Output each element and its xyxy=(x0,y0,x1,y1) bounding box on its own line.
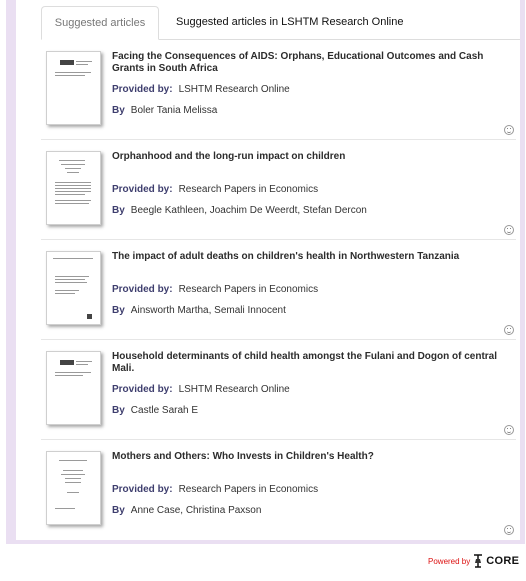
article-authors: By Anne Case, Christina Paxson xyxy=(112,505,261,516)
powered-by-core-link[interactable]: Powered by CORE xyxy=(428,551,519,571)
provider-name: LSHTM Research Online xyxy=(178,384,290,395)
provided-by-label: Provided by: xyxy=(112,484,173,495)
provider-name: Research Papers in Economics xyxy=(178,284,319,295)
article-thumbnail[interactable] xyxy=(46,251,101,325)
widget-frame: Suggested articles Suggested articles in… xyxy=(6,0,525,544)
list-item: Mothers and Others: Who Invests in Child… xyxy=(41,440,516,539)
article-provider: Provided by: LSHTM Research Online xyxy=(112,384,290,395)
powered-by-text: Powered by xyxy=(428,556,471,566)
provided-by-label: Provided by: xyxy=(112,84,173,95)
feedback-smiley-icon[interactable] xyxy=(504,425,514,435)
provided-by-label: Provided by: xyxy=(112,384,173,395)
feedback-smiley-icon[interactable] xyxy=(504,325,514,335)
authors-text: Boler Tania Melissa xyxy=(130,105,218,116)
article-authors: By Boler Tania Melissa xyxy=(112,105,217,116)
tab-bar: Suggested articles Suggested articles in… xyxy=(41,6,520,40)
article-title[interactable]: Orphanhood and the long-run impact on ch… xyxy=(112,151,508,163)
by-label: By xyxy=(112,205,125,216)
feedback-smiley-icon[interactable] xyxy=(504,525,514,535)
authors-text: Anne Case, Christina Paxson xyxy=(130,505,262,516)
provider-name: Research Papers in Economics xyxy=(178,484,319,495)
list-item: Household determinants of child health a… xyxy=(41,340,516,440)
article-provider: Provided by: Research Papers in Economics xyxy=(112,484,318,495)
tab-suggested-articles[interactable]: Suggested articles xyxy=(41,6,159,40)
article-provider: Provided by: Research Papers in Economics xyxy=(112,284,318,295)
article-title[interactable]: Mothers and Others: Who Invests in Child… xyxy=(112,451,508,463)
recommendations-panel: Suggested articles Suggested articles in… xyxy=(16,0,520,540)
article-list: Facing the Consequences of AIDS: Orphans… xyxy=(41,40,516,539)
core-brand-text: CORE xyxy=(486,555,520,567)
provided-by-label: Provided by: xyxy=(112,284,173,295)
tab-suggested-lshtm[interactable]: Suggested articles in LSHTM Research Onl… xyxy=(176,6,403,39)
article-title[interactable]: Household determinants of child health a… xyxy=(112,351,508,375)
provider-name: LSHTM Research Online xyxy=(178,84,290,95)
authors-text: Ainsworth Martha, Semali Innocent xyxy=(130,305,286,316)
article-thumbnail[interactable] xyxy=(46,451,101,525)
by-label: By xyxy=(112,505,125,516)
list-item: The impact of adult deaths on children's… xyxy=(41,240,516,340)
article-title[interactable]: Facing the Consequences of AIDS: Orphans… xyxy=(112,51,508,75)
article-provider: Provided by: Research Papers in Economics xyxy=(112,184,318,195)
article-provider: Provided by: LSHTM Research Online xyxy=(112,84,290,95)
by-label: By xyxy=(112,305,125,316)
article-thumbnail[interactable] xyxy=(46,151,101,225)
article-thumbnail[interactable] xyxy=(46,51,101,125)
authors-text: Beegle Kathleen, Joachim De Weerdt, Stef… xyxy=(130,205,367,216)
list-item: Orphanhood and the long-run impact on ch… xyxy=(41,140,516,240)
by-label: By xyxy=(112,405,125,416)
article-authors: By Beegle Kathleen, Joachim De Weerdt, St… xyxy=(112,205,367,216)
feedback-smiley-icon[interactable] xyxy=(504,225,514,235)
authors-text: Castle Sarah E xyxy=(130,405,199,416)
core-logo-icon xyxy=(474,554,483,568)
article-authors: By Ainsworth Martha, Semali Innocent xyxy=(112,305,286,316)
list-item: Facing the Consequences of AIDS: Orphans… xyxy=(41,40,516,140)
article-title[interactable]: The impact of adult deaths on children's… xyxy=(112,251,508,263)
article-thumbnail[interactable] xyxy=(46,351,101,425)
provided-by-label: Provided by: xyxy=(112,184,173,195)
feedback-smiley-icon[interactable] xyxy=(504,125,514,135)
by-label: By xyxy=(112,105,125,116)
provider-name: Research Papers in Economics xyxy=(178,184,319,195)
article-authors: By Castle Sarah E xyxy=(112,405,198,416)
